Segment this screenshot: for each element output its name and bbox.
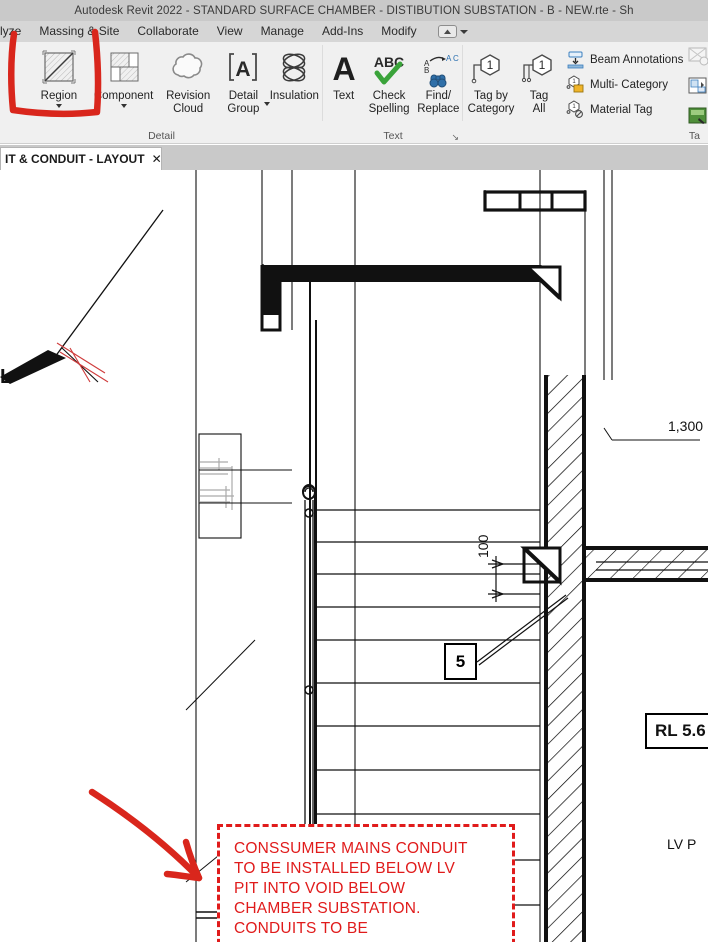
tag-small-button-group: Beam Annotations 1 Multi- Category 1 Mat… xyxy=(563,46,683,122)
region-button[interactable]: Region xyxy=(32,46,86,108)
tag-all-label: Tag All xyxy=(529,90,549,115)
tag-by-category-button[interactable]: 1 Tag by Category xyxy=(463,46,519,115)
text-A-icon: A xyxy=(326,48,362,90)
svg-text:A: A xyxy=(446,54,452,63)
cloud-icon xyxy=(164,48,212,90)
insulation-icon xyxy=(270,48,318,90)
svg-text:A: A xyxy=(332,51,355,87)
room-tag-icon[interactable] xyxy=(688,76,708,102)
chevron-down-icon[interactable] xyxy=(459,29,468,34)
tag-by-category-label: Tag by Category xyxy=(467,90,515,115)
check-spelling-label: Check Spelling xyxy=(368,90,410,115)
revit-application-window: Autodesk Revit 2022 - STANDARD SURFACE C… xyxy=(0,0,708,942)
region-icon xyxy=(37,48,81,90)
panel-title-tag: Ta xyxy=(688,130,700,142)
chamber-neck xyxy=(483,190,587,212)
component-label: Component xyxy=(93,90,154,102)
tab-view[interactable]: View xyxy=(208,21,252,42)
drawing-canvas[interactable]: L 1,300 100 5 RL 5.6 LV P CONSSUMER MAIN… xyxy=(0,170,708,942)
region-dropdown-caret[interactable] xyxy=(55,103,62,108)
detail-group-icon: A xyxy=(221,48,265,90)
svg-text:B: B xyxy=(424,66,429,75)
material-tag-icon: 1 xyxy=(565,100,585,120)
tag-all-button[interactable]: 1 Tag All xyxy=(519,46,559,115)
panel-title-text: Text xyxy=(383,130,403,142)
detail-callout xyxy=(198,433,292,539)
ribbon: ail e xyxy=(0,28,708,144)
tab-add-ins[interactable]: Add-Ins xyxy=(313,21,372,42)
svg-text:C: C xyxy=(453,54,459,63)
tab-collaborate[interactable]: Collaborate xyxy=(128,21,207,42)
revision-cloud-button[interactable]: Revision Cloud xyxy=(161,46,215,115)
ribbon-minimize-control[interactable] xyxy=(437,25,468,38)
text-button[interactable]: A Text xyxy=(323,46,364,103)
multi-category-button[interactable]: 1 Multi- Category xyxy=(563,72,683,97)
window-title: Autodesk Revit 2022 - STANDARD SURFACE C… xyxy=(74,4,634,17)
ribbon-panel-detail: ail e xyxy=(0,42,323,144)
right-hatched-wall xyxy=(544,375,586,942)
text-label: Text xyxy=(333,90,355,102)
find-replace-label: Find/ Replace xyxy=(417,90,460,115)
svg-text:1: 1 xyxy=(539,58,546,72)
binoculars-icon: A B A C xyxy=(415,48,461,90)
ribbon-panel-tag: 1 Tag by Category 1 Tag All Beam Annotat… xyxy=(463,42,708,144)
dimension-1300[interactable]: 1,300 xyxy=(668,418,703,434)
close-icon[interactable]: ✕ xyxy=(152,153,162,165)
tag-1-icon: 1 xyxy=(468,48,514,90)
beam-annotations-label: Beam Annotations xyxy=(590,53,684,66)
material-tag-label: Material Tag xyxy=(590,103,653,116)
tab-massing-and-site[interactable]: Massing & Site xyxy=(30,21,128,42)
svg-text:1: 1 xyxy=(487,58,494,72)
beam-annotation-icon xyxy=(565,50,585,70)
multi-category-icon: 1 xyxy=(565,75,585,95)
panel-title-detail: Detail xyxy=(148,130,175,142)
annotation-note-box[interactable]: CONSSUMER MAINS CONDUIT TO BE INSTALLED … xyxy=(217,824,515,942)
view-tab-bar: IT & CONDUIT - LAYOUT ✕ xyxy=(0,145,708,170)
insulation-label: Insulation xyxy=(269,90,319,102)
detail-tag-5[interactable]: 5 xyxy=(444,643,477,680)
lv-pit-label[interactable]: LV P xyxy=(667,836,696,852)
component-icon xyxy=(102,48,146,90)
multi-category-label: Multi- Category xyxy=(590,78,668,91)
insulation-button[interactable]: Insulation xyxy=(266,46,323,103)
revision-cloud-label: Revision Cloud xyxy=(166,90,211,115)
level-label-partial: L xyxy=(0,366,13,388)
find-replace-button[interactable]: A B A C Find/ Replace xyxy=(414,46,463,115)
ribbon-collapse-icon[interactable] xyxy=(437,25,457,38)
tab-analyze[interactable]: lyze xyxy=(0,21,30,42)
component-button[interactable]: Component xyxy=(94,46,153,108)
view-tab-conduit-layout[interactable]: IT & CONDUIT - LAYOUT ✕ xyxy=(0,147,162,170)
spellcheck-icon: ABC xyxy=(366,48,412,90)
ribbon-tab-strip: lyze Massing & Site Collaborate View Man… xyxy=(0,21,708,42)
tag-edge-icon-group xyxy=(688,46,708,132)
beam-annotations-button[interactable]: Beam Annotations xyxy=(563,47,683,72)
chamber-top-structure xyxy=(260,263,562,332)
title-bar: Autodesk Revit 2022 - STANDARD SURFACE C… xyxy=(0,0,708,21)
dimension-100 xyxy=(488,556,540,602)
dimension-100[interactable]: 100 xyxy=(475,535,491,558)
tag-1-icon: 1 xyxy=(516,48,562,90)
detail-group-button[interactable]: A Detail Group xyxy=(219,46,271,120)
view-tab-label: IT & CONDUIT - LAYOUT xyxy=(5,152,145,166)
ribbon-panel-text: A Text ABC Check Spelling A B A C Find/ … xyxy=(323,42,463,144)
detail-group-label: Detail Group xyxy=(227,90,260,115)
check-spelling-button[interactable]: ABC Check Spelling xyxy=(364,46,413,115)
area-tag-icon[interactable] xyxy=(688,46,708,72)
svg-text:A: A xyxy=(236,58,251,81)
tab-modify[interactable]: Modify xyxy=(372,21,425,42)
red-arrow-annotation xyxy=(88,788,203,882)
component-dropdown-caret[interactable] xyxy=(120,103,127,108)
level-marker-rl[interactable]: RL 5.6 xyxy=(645,713,708,749)
material-tag-button[interactable]: 1 Material Tag xyxy=(563,97,683,122)
tab-manage[interactable]: Manage xyxy=(252,21,313,42)
text-panel-dialog-launcher[interactable]: ↘ xyxy=(451,132,459,143)
region-label: Region xyxy=(40,90,78,102)
section-marker xyxy=(0,209,164,384)
detail-group-dropdown-caret[interactable] xyxy=(264,102,271,106)
